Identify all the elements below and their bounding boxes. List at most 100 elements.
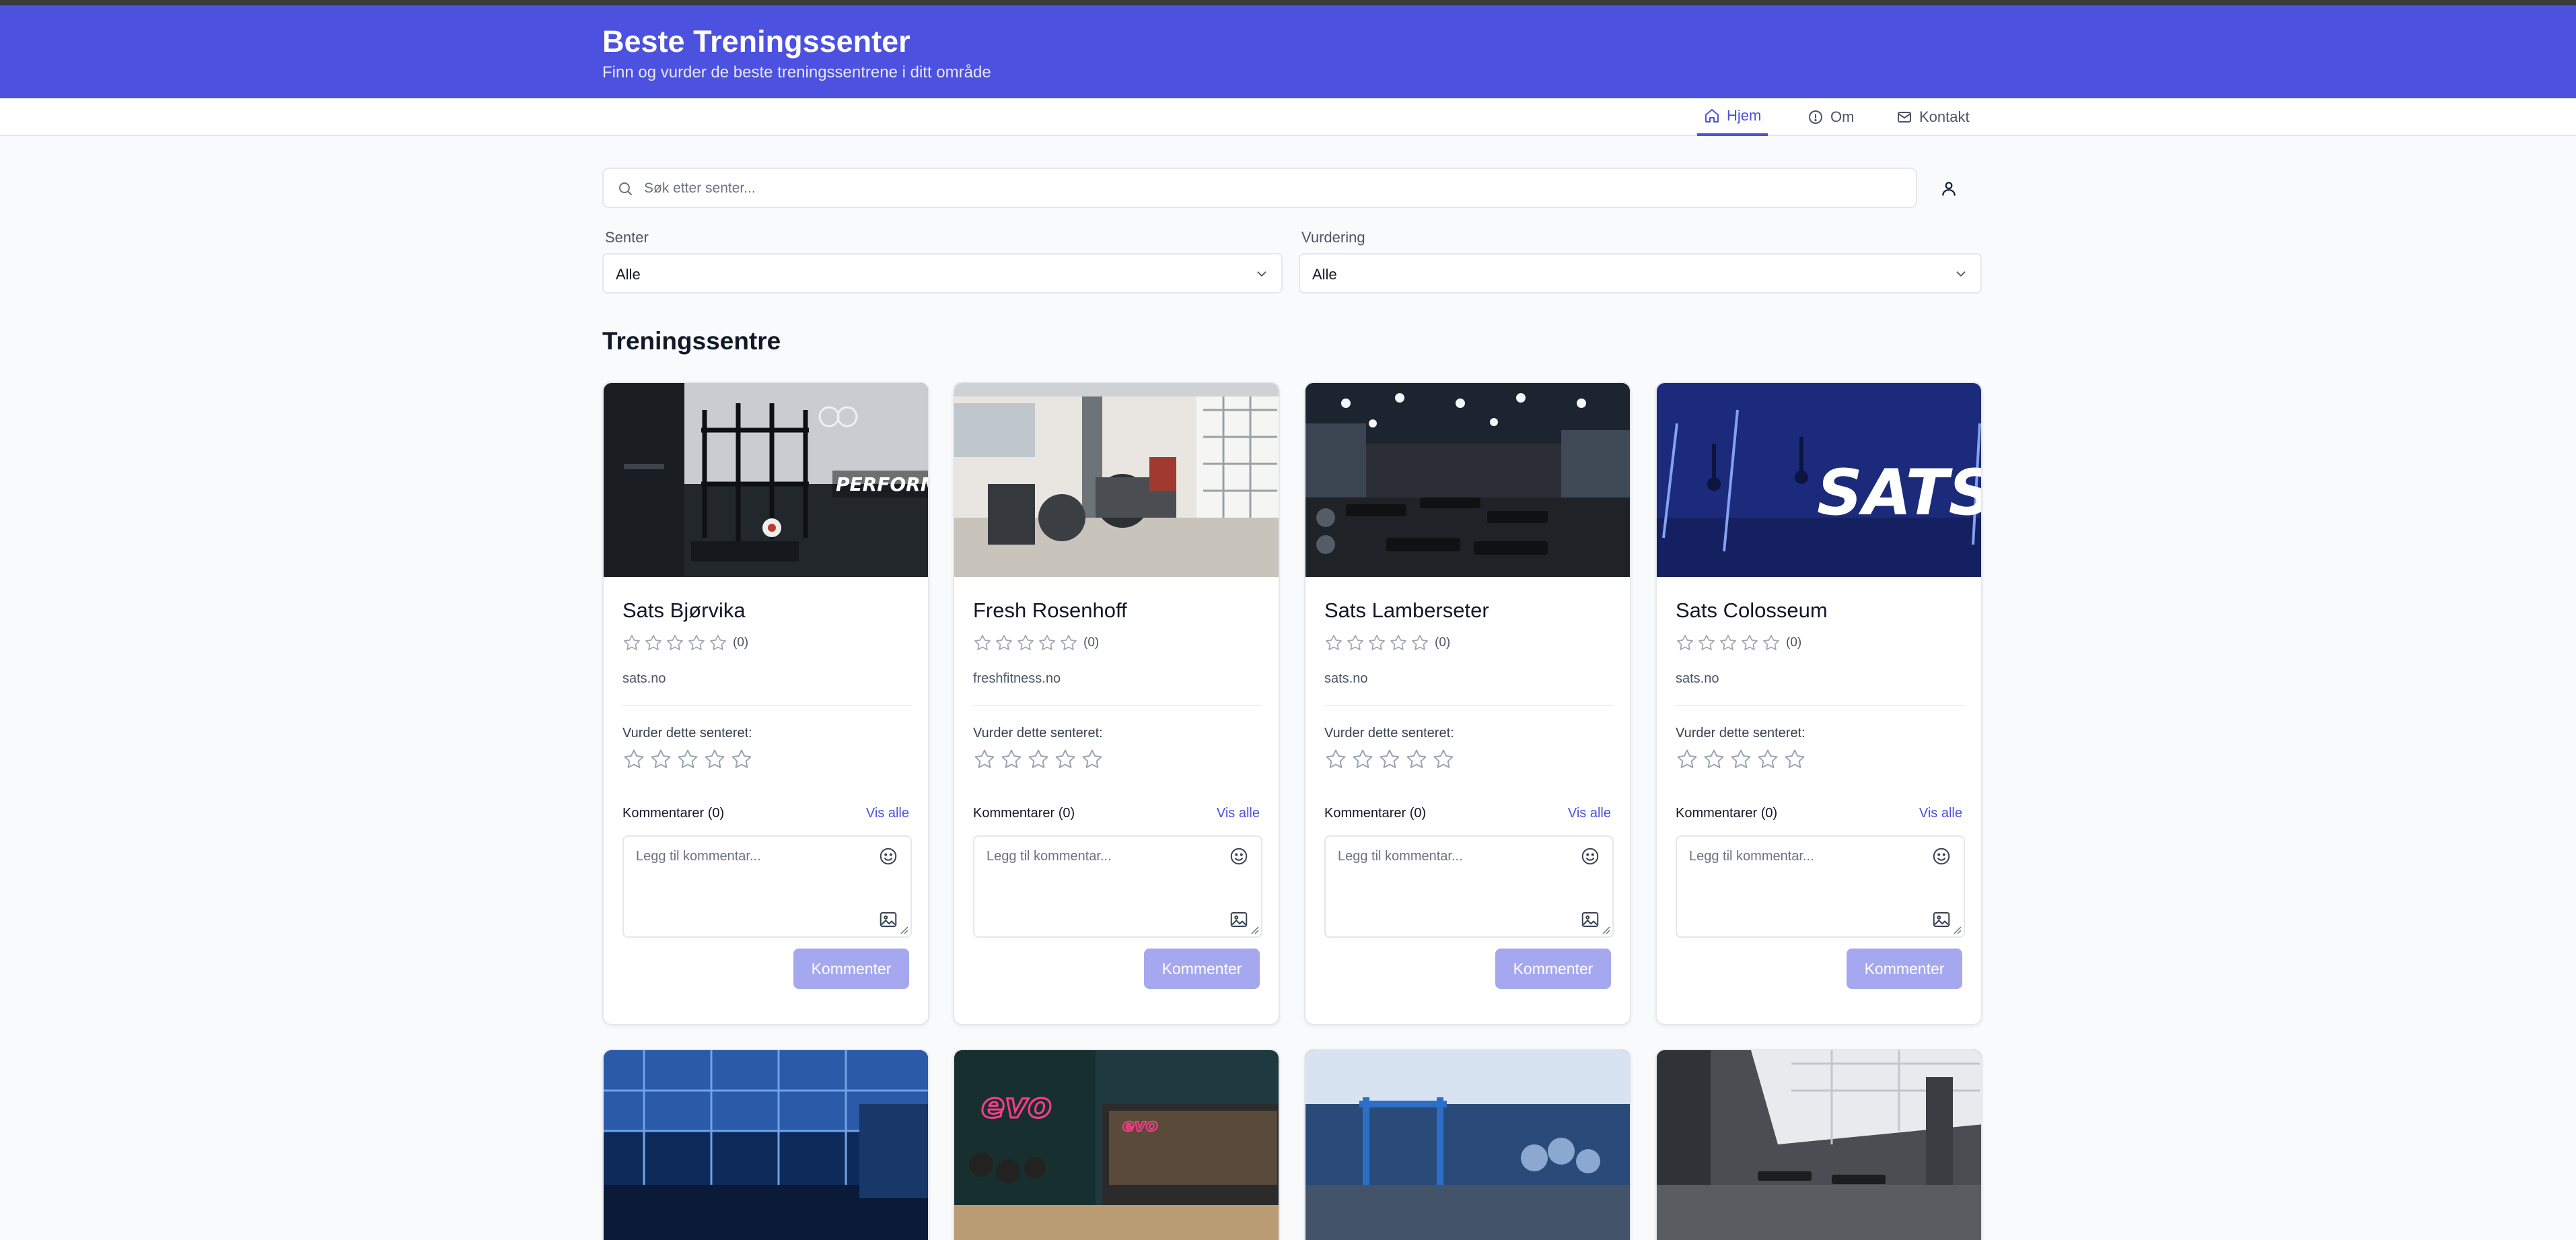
star-icon[interactable] (1000, 748, 1023, 771)
center-card: PERFORMANCE Sats Bjørvika (0) sats.no Vu… (602, 382, 929, 1025)
rate-label: Vurder dette senteret: (622, 726, 752, 740)
view-all-comments-link[interactable]: Vis alle (1919, 806, 1962, 821)
star-icon (1720, 635, 1736, 650)
submit-comment-button[interactable]: Kommenter (1495, 949, 1611, 989)
submit-comment-button[interactable]: Kommenter (1144, 949, 1260, 989)
card-divider (1676, 705, 1965, 706)
user-icon (1942, 182, 1956, 196)
star-icon[interactable] (649, 748, 672, 771)
star-icon[interactable] (1405, 748, 1428, 771)
star-icon[interactable] (1703, 748, 1725, 771)
comment-textarea[interactable]: Legg til kommentar... (1324, 835, 1614, 938)
comment-placeholder: Legg til kommentar... (987, 849, 1112, 864)
center-card: SATS Sats Colosseum (0) sats.no Vurder d… (1655, 382, 1982, 1025)
search-bar (602, 168, 1917, 208)
star-icon[interactable] (1676, 748, 1698, 771)
star-icon[interactable] (622, 748, 645, 771)
comments-count-label: Kommentarer (0) (622, 806, 725, 821)
star-icon[interactable] (1783, 748, 1806, 771)
search-icon (619, 182, 632, 195)
center-image (604, 1050, 928, 1240)
average-rating-stars: (0) (973, 633, 1099, 652)
star-icon[interactable] (1054, 748, 1077, 771)
card-divider (973, 705, 1262, 706)
star-icon[interactable] (1081, 748, 1104, 771)
resize-handle-icon[interactable] (899, 925, 908, 934)
center-url[interactable]: sats.no (1676, 671, 1719, 687)
center-image (1657, 1050, 1981, 1240)
center-url[interactable]: sats.no (1324, 671, 1367, 687)
star-icon[interactable] (1756, 748, 1779, 771)
star-icon (996, 635, 1012, 650)
comments-count-label: Kommentarer (0) (1324, 806, 1427, 821)
star-icon (1763, 635, 1779, 650)
center-image (1305, 383, 1630, 577)
comment-placeholder: Legg til kommentar... (1338, 849, 1463, 864)
center-url[interactable]: sats.no (622, 671, 666, 687)
nav-label-home: Hjem (1727, 107, 1762, 124)
submit-comment-button[interactable]: Kommenter (793, 949, 909, 989)
image-sign-text: evo (981, 1086, 1052, 1126)
site-header: Beste Treningssenter Finn og vurder de b… (0, 5, 2576, 98)
rating-filter-select[interactable]: Alle (1299, 253, 1982, 294)
resize-handle-icon[interactable] (1952, 925, 1962, 934)
image-upload-icon[interactable] (1580, 909, 1600, 930)
center-card: evo evo (953, 1049, 1280, 1240)
nav-item-about[interactable]: Om (1808, 98, 1854, 136)
submit-comment-button[interactable]: Kommenter (1847, 949, 1962, 989)
rate-label: Vurder dette senteret: (1676, 726, 1805, 740)
image-sign-text: PERFORMANCE (836, 473, 929, 495)
nav-item-home[interactable]: Hjem (1697, 98, 1768, 136)
view-all-comments-link[interactable]: Vis alle (866, 806, 909, 821)
center-url[interactable]: freshfitness.no (973, 671, 1061, 687)
star-icon[interactable] (973, 748, 996, 771)
image-upload-icon[interactable] (1229, 909, 1249, 930)
comment-textarea[interactable]: Legg til kommentar... (973, 835, 1262, 938)
image-upload-icon[interactable] (1931, 909, 1952, 930)
resize-handle-icon[interactable] (1250, 925, 1259, 934)
rating-count: (0) (733, 635, 749, 650)
user-profile-button[interactable] (1933, 172, 1965, 205)
resize-handle-icon[interactable] (1601, 925, 1610, 934)
star-icon (688, 635, 705, 650)
star-icon (1677, 635, 1693, 650)
star-icon[interactable] (676, 748, 699, 771)
home-icon (1705, 109, 1719, 123)
rate-label: Vurder dette senteret: (973, 726, 1103, 740)
comment-textarea[interactable]: Legg til kommentar... (1676, 835, 1965, 938)
window-top-strip (0, 0, 2576, 5)
star-icon (1039, 635, 1055, 650)
main-nav: Hjem Om Kontakt (0, 98, 2576, 136)
emoji-icon[interactable] (1229, 846, 1249, 866)
center-name: Sats Colosseum (1676, 598, 1828, 622)
rating-filter-value: Alle (1312, 266, 1337, 283)
rate-stars (973, 748, 1104, 771)
star-icon[interactable] (703, 748, 726, 771)
emoji-icon[interactable] (878, 846, 898, 866)
chevron-down-icon (1257, 271, 1266, 277)
view-all-comments-link[interactable]: Vis alle (1568, 806, 1611, 821)
star-icon (1061, 635, 1077, 650)
emoji-icon[interactable] (1931, 846, 1952, 866)
center-name: Sats Bjørvika (622, 598, 746, 622)
search-input[interactable] (644, 176, 1902, 201)
center-filter-value: Alle (616, 266, 641, 283)
star-icon[interactable] (1729, 748, 1752, 771)
star-icon[interactable] (1027, 748, 1050, 771)
image-upload-icon[interactable] (878, 909, 898, 930)
star-icon (1347, 635, 1363, 650)
nav-item-contact[interactable]: Kontakt (1896, 98, 1970, 136)
star-icon[interactable] (730, 748, 753, 771)
star-icon (1326, 635, 1342, 650)
center-filter-select[interactable]: Alle (602, 253, 1283, 294)
rating-count: (0) (1435, 635, 1451, 650)
emoji-icon[interactable] (1580, 846, 1600, 866)
view-all-comments-link[interactable]: Vis alle (1217, 806, 1260, 821)
star-icon[interactable] (1378, 748, 1401, 771)
star-icon[interactable] (1324, 748, 1347, 771)
center-card: Fresh Rosenhoff (0) freshfitness.no Vurd… (953, 382, 1280, 1025)
star-icon[interactable] (1351, 748, 1374, 771)
comment-textarea[interactable]: Legg til kommentar... (622, 835, 912, 938)
star-icon[interactable] (1432, 748, 1455, 771)
comment-placeholder: Legg til kommentar... (1689, 849, 1814, 864)
